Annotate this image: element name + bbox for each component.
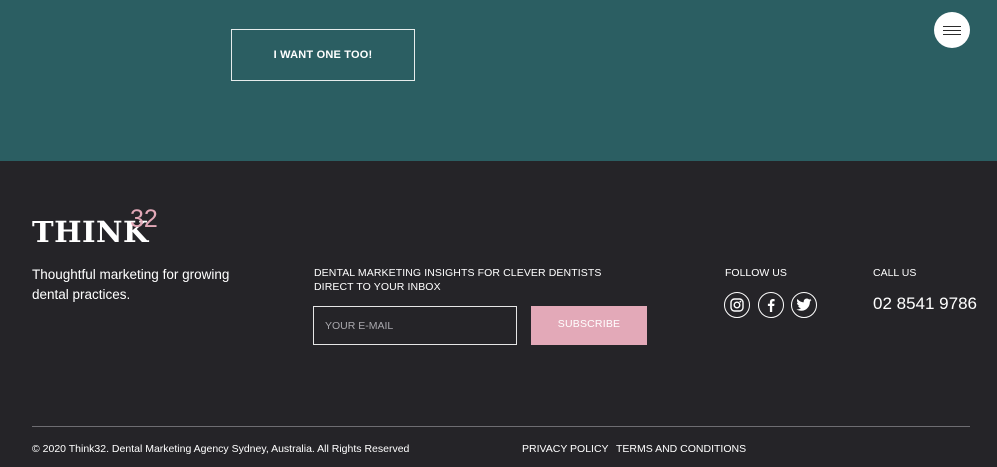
newsletter-heading: DENTAL MARKETING INSIGHTS FOR CLEVER DEN…: [314, 266, 614, 294]
want-one-too-button[interactable]: I WANT ONE TOO!: [231, 29, 415, 81]
terms-and-conditions-link[interactable]: TERMS AND CONDITIONS: [616, 443, 746, 455]
hamburger-menu-button[interactable]: [934, 12, 970, 48]
call-us-heading: CALL US: [873, 267, 917, 279]
copyright-text: © 2020 Think32. Dental Marketing Agency …: [32, 443, 410, 455]
logo-superscript: 32: [130, 205, 158, 233]
twitter-link[interactable]: [791, 292, 817, 318]
email-input[interactable]: [313, 306, 517, 345]
newsletter-heading-line2: DIRECT TO YOUR INBOX: [314, 281, 441, 293]
hero-section: I WANT ONE TOO!: [0, 0, 997, 161]
subscribe-button[interactable]: SUBSCRIBE: [531, 306, 647, 345]
footer-tagline: Thoughtful marketing for growing dental …: [32, 267, 230, 302]
phone-number-link[interactable]: 02 8541 9786: [873, 294, 977, 314]
newsletter-heading-line1: DENTAL MARKETING INSIGHTS FOR CLEVER DEN…: [314, 267, 602, 279]
privacy-policy-link[interactable]: PRIVACY POLICY: [522, 443, 609, 455]
instagram-link[interactable]: [724, 292, 750, 318]
site-footer: THINK 32 Thoughtful marketing for growin…: [0, 161, 997, 467]
follow-us-heading: FOLLOW US: [725, 267, 787, 279]
instagram-icon: [730, 298, 744, 312]
facebook-link[interactable]: [758, 292, 784, 318]
facebook-icon: [767, 299, 775, 312]
footer-divider: [32, 426, 970, 427]
twitter-icon: [796, 298, 812, 311]
